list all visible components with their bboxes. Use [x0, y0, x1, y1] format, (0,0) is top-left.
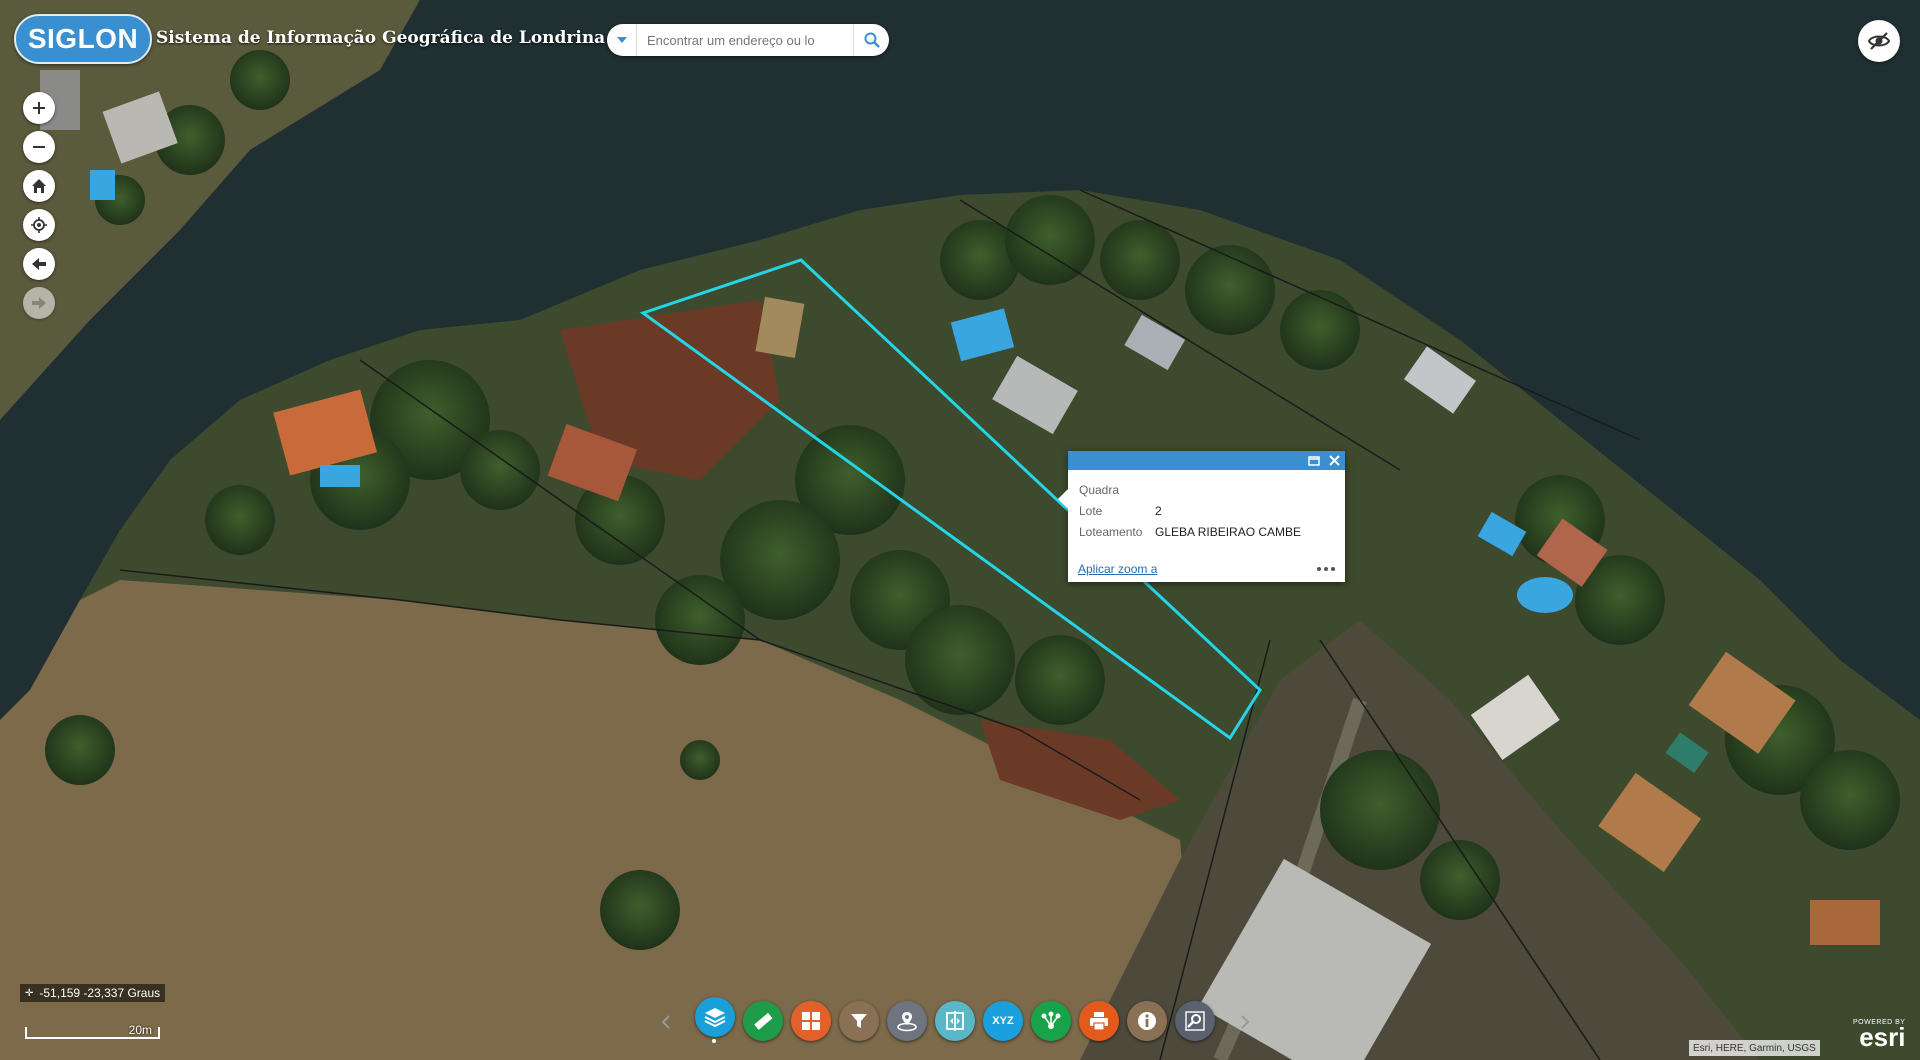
zoom-in-button[interactable]: [23, 92, 55, 124]
active-indicator: [712, 1039, 716, 1043]
toggle-ui-visibility-button[interactable]: [1858, 20, 1900, 62]
feature-popup: Quadra Lote 2 Loteamento GLEBA RIBEIRAO …: [1058, 451, 1345, 582]
map-attribution[interactable]: Esri, HERE, Garmin, USGS: [1689, 1040, 1820, 1056]
filter-button[interactable]: [839, 1001, 879, 1041]
map-pin-icon: [897, 1012, 917, 1032]
chevron-right-icon: [1241, 1015, 1249, 1029]
popup-body: Quadra Lote 2 Loteamento GLEBA RIBEIRAO …: [1068, 470, 1345, 542]
siglon-logo[interactable]: SIGLON: [14, 14, 152, 64]
popup-field-row: Quadra: [1079, 479, 1334, 500]
location-tool-button[interactable]: [887, 1001, 927, 1041]
field-key-quadra: Quadra: [1079, 482, 1120, 497]
field-value-loteamento: GLEBA RIBEIRAO CAMBE: [1155, 524, 1302, 539]
popup-field-row: Loteamento GLEBA RIBEIRAO CAMBE: [1079, 521, 1334, 542]
share-button[interactable]: [1031, 1001, 1071, 1041]
filter-icon: [851, 1014, 867, 1028]
close-icon: [1328, 455, 1340, 466]
caret-down-icon: [616, 37, 627, 43]
scale-bar: 20m: [25, 1023, 160, 1039]
about-button[interactable]: [1127, 1001, 1167, 1041]
locate-icon: [31, 217, 47, 233]
field-key-loteamento: Loteamento: [1079, 524, 1143, 539]
popup-maximize-button[interactable]: [1307, 454, 1321, 468]
measure-button[interactable]: [743, 1001, 783, 1041]
scale-label: 20m: [128, 1023, 152, 1037]
popup-close-button[interactable]: [1327, 454, 1341, 468]
home-button[interactable]: [23, 170, 55, 202]
toolbar-scroll-left-button[interactable]: [657, 1011, 675, 1033]
xyz-coordinates-button[interactable]: XYZ: [983, 1001, 1023, 1041]
search-zoom-button[interactable]: [1175, 1001, 1215, 1041]
zoom-out-button[interactable]: [23, 131, 55, 163]
plus-icon: [33, 102, 45, 114]
grid-icon: [802, 1012, 820, 1030]
info-icon: [1138, 1012, 1156, 1030]
popup-pointer: [1058, 489, 1068, 509]
locate-button[interactable]: [23, 209, 55, 241]
address-search-input[interactable]: [637, 25, 853, 55]
magnifier-icon: [1185, 1011, 1205, 1031]
swipe-button[interactable]: [935, 1001, 975, 1041]
search-widget: [607, 24, 889, 56]
popup-more-actions-button[interactable]: [1317, 567, 1335, 571]
home-icon: [32, 179, 46, 193]
widget-toolbar: XYZ: [655, 995, 1265, 1047]
printer-icon: [1090, 1012, 1108, 1031]
layers-button[interactable]: [695, 997, 735, 1037]
search-source-dropdown[interactable]: [607, 24, 637, 56]
field-key-lote: Lote: [1079, 503, 1103, 518]
map-navigation-controls: [23, 92, 55, 326]
maximize-icon: [1308, 455, 1320, 466]
toolbar-scroll-right-button[interactable]: [1236, 1011, 1254, 1033]
search-icon: [864, 32, 880, 48]
previous-extent-button[interactable]: [23, 248, 55, 280]
popup-header: [1068, 451, 1345, 470]
minus-icon: [33, 146, 45, 148]
share-icon: [1041, 1011, 1061, 1029]
ruler-icon: [754, 1012, 773, 1030]
chevron-left-icon: [662, 1015, 670, 1029]
zoom-to-link[interactable]: Aplicar zoom a: [1078, 562, 1157, 576]
swipe-icon: [946, 1011, 964, 1031]
basemap-gallery-button[interactable]: [791, 1001, 831, 1041]
coordinate-display[interactable]: ✛ -51,159 -23,337 Graus: [20, 984, 166, 1002]
layers-icon: [704, 1008, 726, 1028]
satellite-map[interactable]: [0, 0, 1920, 1060]
eye-off-icon: [1867, 32, 1891, 50]
print-button[interactable]: [1079, 1001, 1119, 1041]
arrow-left-icon: [32, 258, 46, 270]
popup-field-row: Lote 2: [1079, 500, 1334, 521]
popup-footer: Aplicar zoom a: [1078, 562, 1335, 576]
search-button[interactable]: [853, 24, 889, 56]
esri-wordmark: esri: [1859, 1022, 1906, 1052]
crosshair-icon: ✛: [25, 987, 34, 999]
field-value-lote: 2: [1155, 503, 1162, 518]
next-extent-button[interactable]: [23, 287, 55, 319]
esri-logo: POWERED BY esri: [1853, 1019, 1906, 1052]
xyz-icon: XYZ: [992, 1015, 1014, 1027]
app-title: Sistema de Informação Geográfica de Lond…: [156, 28, 606, 48]
arrow-right-icon: [32, 297, 46, 309]
coordinate-readout: -51,159 -23,337 Graus: [39, 986, 161, 1000]
